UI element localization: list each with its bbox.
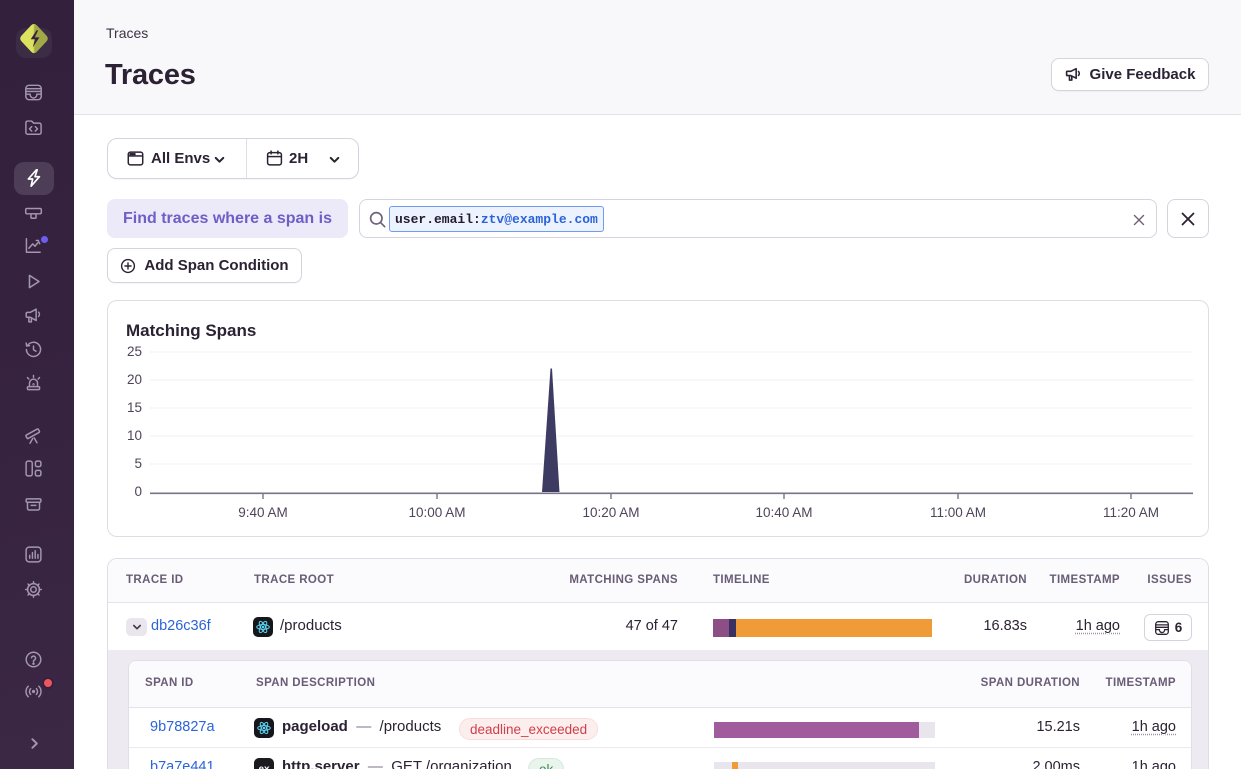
svg-text:ex: ex — [258, 764, 270, 769]
